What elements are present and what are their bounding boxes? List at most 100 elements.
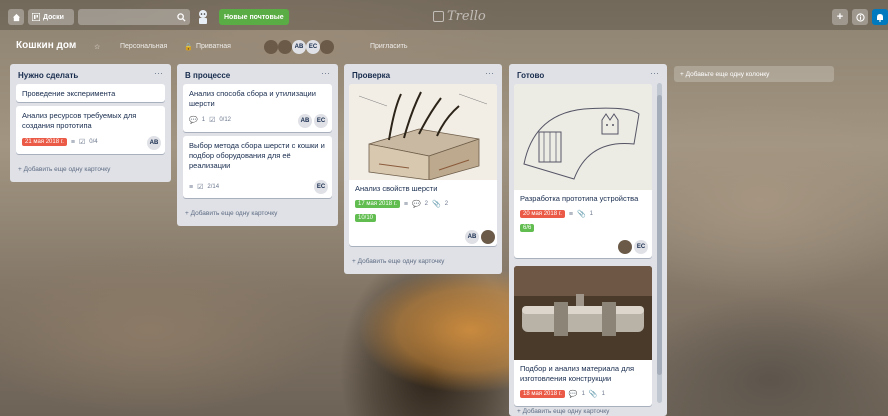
checklist-icon: ☑ <box>197 184 204 191</box>
card-title: Подбор и анализ материала для изготовлен… <box>520 364 635 383</box>
attachment-count: 2 <box>444 201 449 207</box>
list-done: Готово ··· Разработка прототипа устройст… <box>509 64 667 416</box>
add-list-button[interactable]: + Добавьте еще одну колонку <box>674 66 834 82</box>
board-header: Кошкин дом ☆ Персональная 🔒 Приватная AB… <box>0 30 888 60</box>
list-menu-icon[interactable]: ··· <box>154 68 163 78</box>
info-icon <box>855 12 865 22</box>
add-card-button[interactable]: + Добавить еще одну карточку <box>352 258 444 265</box>
avatar[interactable] <box>481 230 495 244</box>
comment-icon: 💬 <box>411 201 421 208</box>
scrollbar-thumb[interactable] <box>657 95 662 375</box>
list-menu-icon[interactable]: ··· <box>321 68 330 78</box>
privacy-button[interactable]: Приватная <box>196 43 231 50</box>
list-item[interactable]: Выбор метода сбора шерсти с кошки и подб… <box>183 136 332 198</box>
avatar[interactable] <box>618 240 632 254</box>
checklist-icon: ☑ <box>78 139 86 146</box>
list-scrollbar[interactable] <box>657 83 662 403</box>
new-process-button[interactable]: Новые почтовые <box>219 9 289 25</box>
avatar[interactable]: AB <box>465 230 479 244</box>
comment-count: 1 <box>581 391 585 397</box>
attachment-icon: 📎 <box>432 201 441 208</box>
boards-button[interactable]: Доски <box>28 9 74 25</box>
checklist-count: 2/14 <box>207 184 220 190</box>
board-title[interactable]: Кошкин дом <box>16 40 76 51</box>
add-card-button[interactable]: + Добавить еще одну карточку <box>18 166 110 173</box>
create-button[interactable]: + <box>832 9 848 25</box>
avatar[interactable]: AB <box>292 40 306 54</box>
checklist-count: 0/12 <box>219 117 232 123</box>
list-item[interactable]: Анализ свойств шерсти 17 мая 2018 г. ≡ 💬… <box>349 84 497 246</box>
search-input[interactable] <box>78 9 190 25</box>
card-title: Выбор метода сбора шерсти с кошки и подб… <box>189 141 325 170</box>
card-cover-image <box>514 266 652 360</box>
list-title[interactable]: Проверка <box>352 71 390 80</box>
info-button[interactable] <box>852 9 868 25</box>
avatar[interactable]: EC <box>314 180 328 194</box>
avatar[interactable]: EC <box>306 40 320 54</box>
mascot-icon <box>199 10 207 24</box>
card-title: Разработка прототипа устройства <box>520 194 639 203</box>
boards-label: Доски <box>43 13 64 21</box>
due-date-badge: 20 мая 2018 г. <box>520 210 565 218</box>
trello-logo-text: Trello <box>447 9 486 24</box>
card-cover-image <box>349 84 497 180</box>
card-title: Анализ свойств шерсти <box>355 184 438 193</box>
list-menu-icon[interactable]: ··· <box>485 68 494 78</box>
avatar[interactable]: AB <box>298 114 312 128</box>
list-in-progress: В процессе ··· Анализ способа сбора и ут… <box>177 64 338 226</box>
avatar[interactable]: AB <box>147 136 161 150</box>
avatar[interactable]: EC <box>634 240 648 254</box>
attachment-count: 1 <box>601 391 605 397</box>
checklist-count: 0/4 <box>89 139 98 145</box>
list-item[interactable]: Подбор и анализ материала для изготовлен… <box>514 266 652 406</box>
card-badges: 21 мая 2018 г. ≡ ☑ 0/4 <box>22 138 98 146</box>
comment-count: 2 <box>424 201 429 207</box>
card-title: Анализ ресурсов требуемых для создания п… <box>22 111 137 130</box>
due-date-badge: 21 мая 2018 г. <box>22 138 67 146</box>
list-todo: Нужно сделать ··· Проведение эксперимент… <box>10 64 171 182</box>
card-badges: 20 мая 2018 г. ≡ 📎 1 <box>520 210 593 218</box>
list-review: Проверка ··· Анализ свойств шерсти 17 ма… <box>344 64 502 274</box>
list-title[interactable]: В процессе <box>185 71 230 80</box>
home-button[interactable] <box>8 9 24 25</box>
card-badges: 17 мая 2018 г. ≡ 💬 2 📎 2 <box>355 200 448 208</box>
card-cover-image <box>514 84 652 190</box>
list-title[interactable]: Готово <box>517 71 544 80</box>
card-badges: 💬 1 ☑ 0/12 <box>189 116 231 124</box>
list-item[interactable]: Разработка прототипа устройства 20 мая 2… <box>514 84 652 258</box>
star-icon[interactable]: ☆ <box>94 43 100 51</box>
invite-button[interactable]: Пригласить <box>370 43 407 50</box>
checklist-badge: 10/10 <box>355 214 377 222</box>
comment-icon: 💬 <box>568 391 578 398</box>
list-item[interactable]: Анализ способа сбора и утилизации шерсти… <box>183 84 332 132</box>
card-badges: 10/10 <box>355 214 377 222</box>
list-menu-icon[interactable]: ··· <box>650 68 659 78</box>
card-title: Анализ способа сбора и утилизации шерсти <box>189 89 316 108</box>
boards-icon <box>32 13 40 21</box>
avatar[interactable] <box>278 40 292 54</box>
home-icon <box>12 13 20 21</box>
add-card-button[interactable]: + Добавить еще одну карточку <box>185 210 277 217</box>
avatar[interactable] <box>264 40 278 54</box>
checklist-badge: 6/6 <box>520 224 535 232</box>
list-item[interactable]: Проведение эксперимента <box>16 84 165 102</box>
search-icon <box>177 12 186 22</box>
list-title[interactable]: Нужно сделать <box>18 71 78 80</box>
add-card-button[interactable]: + Добавить еще одну карточку <box>517 408 609 415</box>
list-item[interactable]: Анализ ресурсов требуемых для создания п… <box>16 106 165 154</box>
description-icon: ≡ <box>189 183 194 191</box>
card-badges: 18 мая 2018 г. 💬 1 📎 1 <box>520 390 605 398</box>
comment-count: 1 <box>201 117 206 123</box>
attachment-count: 1 <box>589 211 594 217</box>
plus-icon: + <box>836 11 844 23</box>
description-icon: ≡ <box>568 210 573 218</box>
description-icon: ≡ <box>70 138 75 146</box>
card-badges: ≡ ☑ 2/14 <box>189 183 220 192</box>
notifications-button[interactable] <box>872 9 888 25</box>
trello-logo: Trello <box>433 9 486 24</box>
avatar[interactable] <box>320 40 334 54</box>
team-visibility-button[interactable]: Персональная <box>120 43 167 50</box>
lock-icon: 🔒 <box>184 44 193 51</box>
avatar[interactable]: EC <box>314 114 328 128</box>
due-date-badge: 18 мая 2018 г. <box>520 390 565 398</box>
